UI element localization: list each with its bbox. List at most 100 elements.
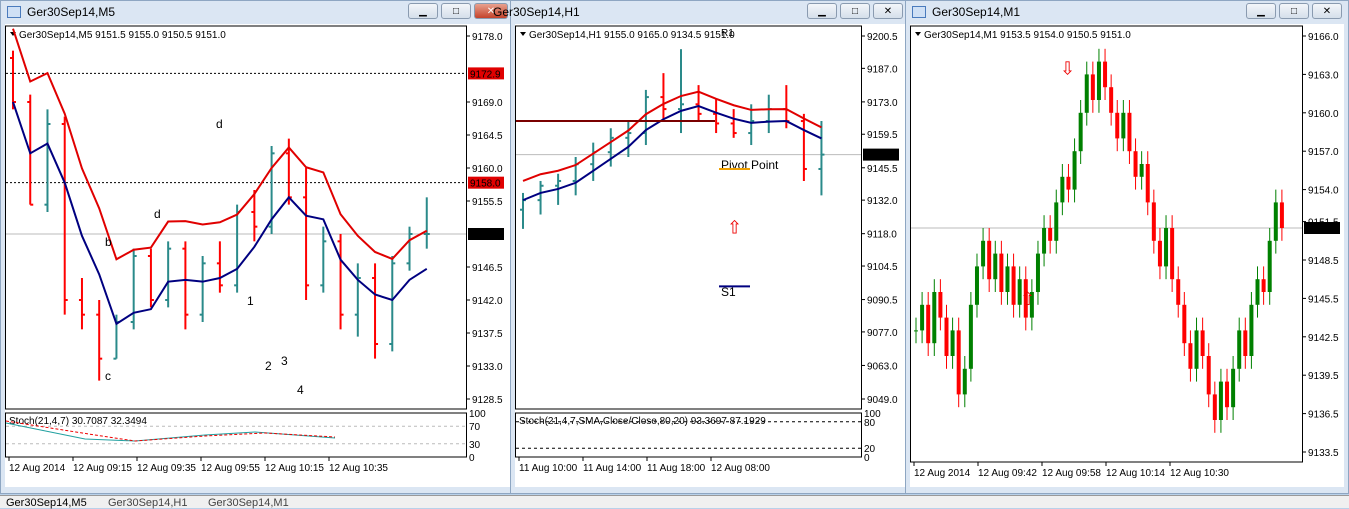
tab-m5[interactable]: Ger30Sep14,M5 xyxy=(6,497,87,509)
minimize-button[interactable]: ▁ xyxy=(1246,3,1276,19)
candle-body xyxy=(1121,112,1126,139)
x-tick-label: 12 Aug 09:15 xyxy=(73,463,132,474)
candle-body xyxy=(1273,202,1278,241)
candle-body xyxy=(1267,240,1272,292)
candle-body xyxy=(1157,240,1162,267)
candle-body xyxy=(920,304,925,331)
y-tick-label: 9063.0 xyxy=(867,361,898,372)
y-tick-label: 9146.5 xyxy=(472,263,503,274)
minimize-button[interactable]: ▁ xyxy=(408,3,438,19)
chart-window-m5[interactable]: Ger30Sep14,M5 ▁ □ ✕ Ger30Sep14,M5 9151.5 9… xyxy=(0,0,515,494)
x-tick-label: 12 Aug 09:55 xyxy=(201,463,260,474)
candle-body xyxy=(1164,228,1169,267)
candle-body xyxy=(1145,164,1150,203)
maximize-button[interactable]: □ xyxy=(840,3,870,19)
window-title: Ger30Sep14,H1 xyxy=(493,5,580,19)
candle-body xyxy=(1133,151,1138,177)
candle-body xyxy=(932,292,937,344)
tab-h1[interactable]: Ger30Sep14,H1 xyxy=(108,497,188,509)
y-tick-label: 9049.0 xyxy=(867,395,898,406)
y-tick-label: 9159.5 xyxy=(867,130,898,141)
y-tick-label: 9128.5 xyxy=(472,395,503,406)
indicator-tick-label: 0 xyxy=(469,453,475,464)
y-tick-label: 9178.0 xyxy=(472,32,503,43)
candle-body xyxy=(914,330,918,332)
candle-body xyxy=(1096,61,1101,100)
candle-body xyxy=(962,368,967,395)
candle-body xyxy=(1218,381,1223,420)
x-tick-label: 12 Aug 09:35 xyxy=(137,463,196,474)
price-chart[interactable]: Ger30Sep14,M1 9153.5 9154.0 9150.5 9151.… xyxy=(910,24,1344,489)
close-button[interactable]: ✕ xyxy=(873,3,903,19)
chart-window-m1[interactable]: Ger30Sep14,M1 ▁ □ ✕ Ger30Sep14,M1 9153.5 9… xyxy=(905,0,1349,494)
x-tick-label: 12 Aug 09:42 xyxy=(978,468,1037,479)
candle-body xyxy=(1054,202,1059,241)
y-tick-label: 9148.5 xyxy=(1308,256,1339,267)
candle-body xyxy=(1255,279,1260,305)
y-tick-label: 9136.5 xyxy=(1308,410,1339,421)
minimize-button[interactable]: ▁ xyxy=(807,3,837,19)
candle-body xyxy=(1139,164,1144,177)
candle-body xyxy=(1084,74,1089,113)
price-chart[interactable]: Ger30Sep14,M5 9151.5 9155.0 9150.5 9151.… xyxy=(5,24,510,489)
chart-area[interactable]: Ger30Sep14,H1 9155.0 9165.0 9134.5 9151.… xyxy=(515,24,905,487)
x-tick-label: 12 Aug 2014 xyxy=(9,463,66,474)
candle-body xyxy=(1194,330,1199,369)
chart-area[interactable]: Ger30Sep14,M1 9153.5 9154.0 9150.5 9151.… xyxy=(910,24,1344,487)
candle-body xyxy=(1206,356,1211,395)
chart-window-h1[interactable]: Ger30Sep14,H1 ▁ □ ✕ Ger30Sep14,H1 9155.0 9… xyxy=(493,0,910,494)
x-tick-label: 12 Aug 09:58 xyxy=(1042,468,1101,479)
candle-body xyxy=(1200,330,1205,356)
window-title: Ger30Sep14,M1 xyxy=(932,5,1021,19)
x-tick-label: 12 Aug 10:14 xyxy=(1106,468,1165,479)
price-level-label: 9172.9 xyxy=(470,69,501,80)
candle-body xyxy=(1005,266,1010,292)
y-tick-label: 9090.5 xyxy=(867,296,898,307)
candle-body xyxy=(926,304,931,344)
tab-m1[interactable]: Ger30Sep14,M1 xyxy=(208,497,289,509)
maximize-button[interactable]: □ xyxy=(441,3,471,19)
price-chart[interactable]: Ger30Sep14,H1 9155.0 9165.0 9134.5 9151.… xyxy=(515,24,905,489)
wave-label: 2 xyxy=(265,359,272,373)
up-arrow-icon: ⇧ xyxy=(1020,289,1035,309)
candle-body xyxy=(1176,279,1181,305)
candle-body xyxy=(1225,381,1230,408)
candle-body xyxy=(1060,176,1065,203)
candle-body xyxy=(1011,266,1016,305)
x-tick-label: 12 Aug 2014 xyxy=(914,468,971,479)
chart-area[interactable]: Ger30Sep14,M5 9151.5 9155.0 9150.5 9151.… xyxy=(5,24,510,487)
y-tick-label: 9187.0 xyxy=(867,64,898,75)
indicator-legend: Stoch(21,4,7) 30.7087 32.3494 xyxy=(9,416,147,427)
price-level-label: 9158.0 xyxy=(470,179,501,190)
price-level-label: 9151.0 xyxy=(470,230,501,241)
main-plot-frame xyxy=(5,25,467,410)
indicator-tick-label: 80 xyxy=(864,418,876,429)
candle-body xyxy=(1237,330,1242,369)
price-level-label: 9151.0 xyxy=(1306,224,1337,235)
y-tick-label: 9164.5 xyxy=(472,131,503,142)
y-tick-label: 9200.5 xyxy=(867,32,898,43)
y-tick-label: 9154.0 xyxy=(1308,186,1339,197)
candle-body xyxy=(1261,279,1266,292)
indicator-tick-label: 30 xyxy=(469,440,481,451)
wave-label: b xyxy=(105,235,112,249)
y-tick-label: 9133.5 xyxy=(1308,448,1339,459)
y-tick-label: 9104.5 xyxy=(867,262,898,273)
close-button[interactable]: ✕ xyxy=(1312,3,1342,19)
wave-label: d xyxy=(154,207,161,221)
y-tick-label: 9157.0 xyxy=(1308,147,1339,158)
wave-label: 3 xyxy=(281,354,288,368)
x-tick-label: 11 Aug 18:00 xyxy=(647,463,706,474)
x-tick-label: 11 Aug 10:00 xyxy=(519,463,578,474)
candle-body xyxy=(999,253,1004,292)
y-tick-label: 9163.0 xyxy=(1308,70,1339,81)
candle-body xyxy=(1188,343,1193,369)
candle-body xyxy=(956,330,961,395)
candle-body xyxy=(1048,228,1053,241)
candle-body xyxy=(1066,176,1071,190)
candle-body xyxy=(944,317,949,356)
main-plot-frame xyxy=(910,25,1303,463)
y-tick-label: 9160.0 xyxy=(1308,109,1339,120)
candle-body xyxy=(1035,253,1040,292)
maximize-button[interactable]: □ xyxy=(1279,3,1309,19)
